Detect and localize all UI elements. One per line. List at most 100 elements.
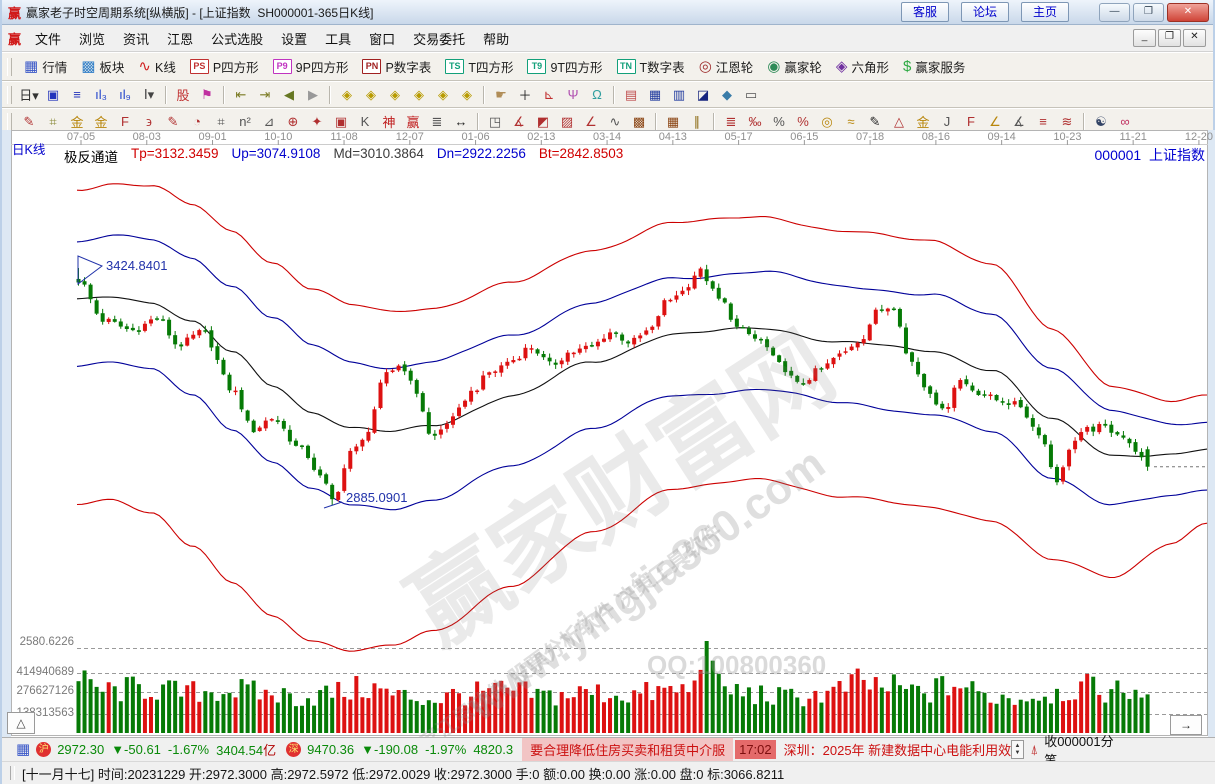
hand-tool-icon[interactable]: ☛ <box>489 84 513 105</box>
toolbar-sectors-button[interactable]: ▩板块 <box>74 55 131 78</box>
pen-tool-icon[interactable]: ✎ <box>17 111 41 132</box>
n-square-icon[interactable]: n² <box>233 111 257 132</box>
print-icon[interactable]: ▭ <box>739 84 763 105</box>
save-icon[interactable]: ◪ <box>691 84 715 105</box>
gold-angle-icon[interactable]: ∠ <box>983 111 1007 132</box>
customer-service-button[interactable]: 客服 <box>901 2 949 22</box>
toolbar-9p-square-button[interactable]: P99P四方形 <box>266 55 356 78</box>
bars-9-icon[interactable]: ıl₉ <box>113 84 137 105</box>
grid-box-2-icon[interactable]: ▦ <box>661 111 685 132</box>
toolbar-t-square-button[interactable]: TST四方形 <box>438 55 520 78</box>
toolbar-p-square-button[interactable]: PSP四方形 <box>183 55 266 78</box>
star-target-icon[interactable]: ✦ <box>305 111 329 132</box>
fib-percent-icon[interactable]: ‰ <box>743 111 767 132</box>
corner-box-icon[interactable]: ◳ <box>483 111 507 132</box>
ying-mark-icon[interactable]: 赢 <box>401 111 425 132</box>
toolbar-quotes-button[interactable]: ▦行情 <box>17 55 74 78</box>
span-arrow-icon[interactable]: ↔ <box>449 111 473 132</box>
menu-item-设置[interactable]: 设置 <box>272 26 316 51</box>
scroll-right-button[interactable]: → <box>1170 715 1202 735</box>
menu-item-公式选股[interactable]: 公式选股 <box>202 26 272 51</box>
gold-circle-icon[interactable]: ◎ <box>815 111 839 132</box>
quotes-grid-icon[interactable]: ▦ <box>16 742 30 757</box>
child-close-button[interactable]: ✕ <box>1183 29 1206 47</box>
toolbar-p-number-table-button[interactable]: PNP数字表 <box>355 55 438 78</box>
ticker-spinner[interactable]: ▲▼ <box>1011 740 1025 759</box>
infinity-link-icon[interactable]: ∞ <box>1113 111 1137 132</box>
quote-list-icon[interactable]: ≡ <box>65 84 89 105</box>
slant-lines-icon[interactable]: ∥ <box>685 111 709 132</box>
toolbar-gann-wheel-button[interactable]: ◎江恩轮 <box>692 55 761 78</box>
flag-marker-icon[interactable]: ⚑ <box>195 84 219 105</box>
hgrid-tool-icon[interactable]: ⌗ <box>41 111 65 132</box>
wave-line-icon[interactable]: ∿ <box>603 111 627 132</box>
diamond-left-icon[interactable]: ◈ <box>335 84 359 105</box>
minimize-button[interactable]: — <box>1099 3 1130 22</box>
percent-line-icon[interactable]: % <box>791 111 815 132</box>
toolbar-hexagon-button[interactable]: ◈六角形 <box>829 55 896 78</box>
menu-item-帮助[interactable]: 帮助 <box>474 26 518 51</box>
menu-item-资讯[interactable]: 资讯 <box>114 26 158 51</box>
percent-icon[interactable]: % <box>767 111 791 132</box>
toolbar-winner-service-button[interactable]: $赢家服务 <box>896 55 972 78</box>
toolbar-9t-square-button[interactable]: T99T四方形 <box>520 55 609 78</box>
wave-tool-icon[interactable]: Ω <box>585 84 609 105</box>
gauge-circle-icon[interactable]: ◔ <box>185 111 209 132</box>
diamond-expand-icon[interactable]: ◈ <box>431 84 455 105</box>
angle-measure-icon[interactable]: ⊾ <box>537 84 561 105</box>
ink-pen-icon[interactable]: ✎ <box>863 111 887 132</box>
menu-item-窗口[interactable]: 窗口 <box>360 26 404 51</box>
period-selector-icon[interactable]: 日▾ <box>17 84 41 105</box>
angle-fan-icon[interactable]: ∠ <box>579 111 603 132</box>
scale-list-icon[interactable]: ≣ <box>719 111 743 132</box>
notes-icon[interactable]: ▥ <box>667 84 691 105</box>
diamond-right-icon[interactable]: ◈ <box>359 84 383 105</box>
diamond-horizontal-icon[interactable]: ◈ <box>383 84 407 105</box>
tick-ruler-icon[interactable]: ⌗ <box>209 111 233 132</box>
f-ruler-icon[interactable]: F <box>113 111 137 132</box>
close-button[interactable]: ✕ <box>1167 3 1209 22</box>
nav-next-icon[interactable]: ▶ <box>301 84 325 105</box>
export-icon[interactable]: ◆ <box>715 84 739 105</box>
menu-item-浏览[interactable]: 浏览 <box>70 26 114 51</box>
bars-3-icon[interactable]: ıl₃ <box>89 84 113 105</box>
menu-item-工具[interactable]: 工具 <box>316 26 360 51</box>
speed-line-icon[interactable]: ∡ <box>1007 111 1031 132</box>
nav-first-icon[interactable]: ⇤ <box>229 84 253 105</box>
news-ticker-item[interactable]: 要合理降低住房买卖和租赁中介服 <box>522 738 733 761</box>
gold-section-1-icon[interactable]: 金 <box>65 111 89 132</box>
dense-grid-icon[interactable]: ▩ <box>627 111 651 132</box>
forum-button[interactable]: 论坛 <box>961 2 1009 22</box>
child-minimize-button[interactable]: _ <box>1133 29 1156 47</box>
shen-mark-icon[interactable]: 神 <box>377 111 401 132</box>
nav-last-icon[interactable]: ⇥ <box>253 84 277 105</box>
child-restore-button[interactable]: ❐ <box>1158 29 1181 47</box>
circle-target-icon[interactable]: ⊕ <box>281 111 305 132</box>
toolbar-kline-button[interactable]: ∿K线 <box>131 55 182 78</box>
nav-prev-icon[interactable]: ◀ <box>277 84 301 105</box>
menu-item-文件[interactable]: 文件 <box>26 26 70 51</box>
gann-tool-icon[interactable]: Ψ <box>561 84 585 105</box>
restore-button[interactable]: ❐ <box>1133 3 1164 22</box>
toolbar-t-number-table-button[interactable]: TNT数字表 <box>610 55 692 78</box>
menu-item-交易委托[interactable]: 交易委托 <box>404 26 474 51</box>
gold-lines-icon[interactable]: ≈ <box>839 111 863 132</box>
gold-text-icon[interactable]: 金 <box>911 111 935 132</box>
pin-selector-icon[interactable]: Ⅰ▾ <box>137 84 161 105</box>
spiral-tool-icon[interactable]: ϶ <box>137 111 161 132</box>
diamond-vertical-icon[interactable]: ◈ <box>455 84 479 105</box>
matrix-table-icon[interactable]: ▦ <box>643 84 667 105</box>
news-ticker-item-2[interactable]: 深圳：2025年 新建数据中心电能利用效率 (PU <box>776 740 1011 759</box>
k-mark-icon[interactable]: K <box>353 111 377 132</box>
f-angle-icon[interactable]: F <box>959 111 983 132</box>
fib-triangle-icon[interactable]: △ <box>887 111 911 132</box>
ruler-123-icon[interactable]: ≣ <box>425 111 449 132</box>
square-target-icon[interactable]: ▣ <box>329 111 353 132</box>
resist-line-icon[interactable]: ≡ <box>1031 111 1055 132</box>
toolbar-winner-wheel-button[interactable]: ◉赢家轮 <box>760 55 829 78</box>
chart-window-icon[interactable]: ▣ <box>41 84 65 105</box>
volume-pane-toggle[interactable]: △ <box>7 712 35 734</box>
j-angle-icon[interactable]: J <box>935 111 959 132</box>
stock-tool-icon[interactable]: 股 <box>171 84 195 105</box>
diamond-compress-icon[interactable]: ◈ <box>407 84 431 105</box>
